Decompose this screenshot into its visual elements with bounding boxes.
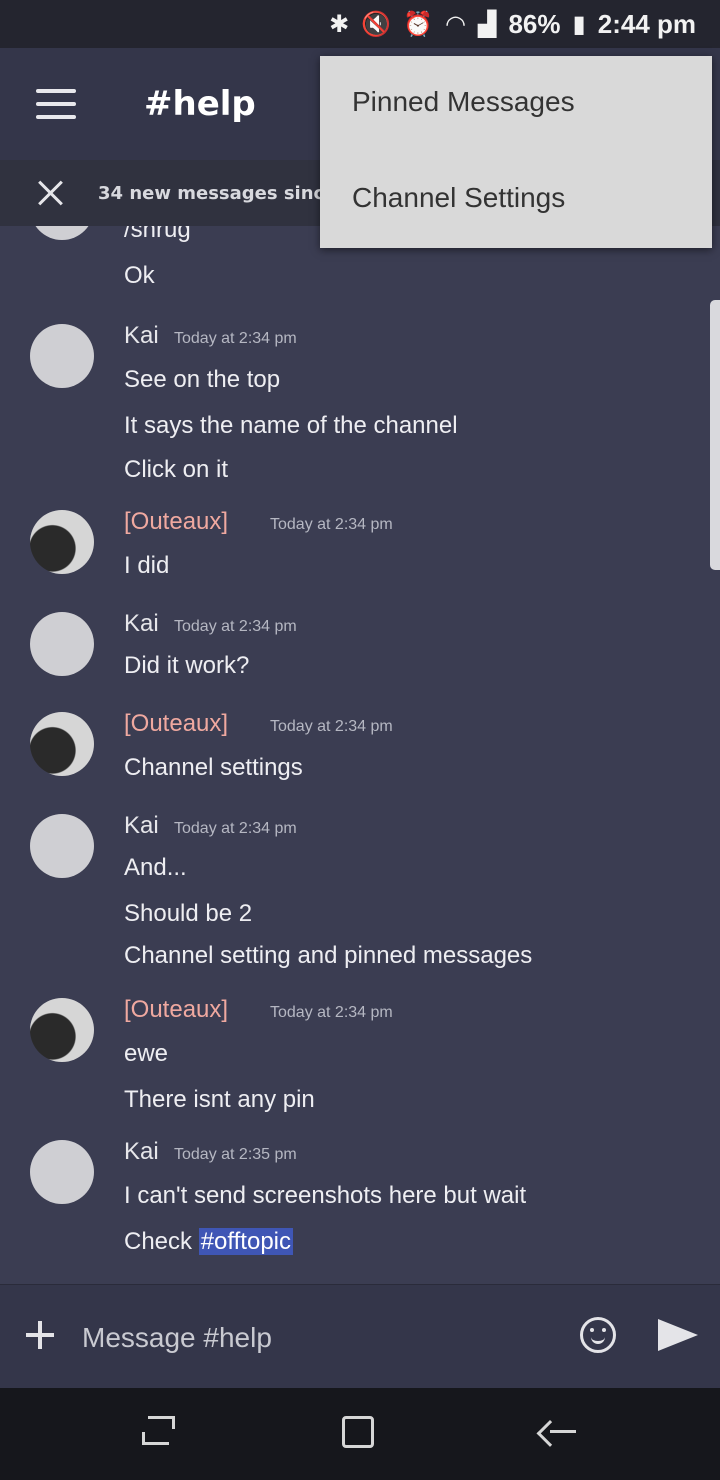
scrollbar[interactable] bbox=[710, 300, 720, 570]
message-composer bbox=[0, 1284, 720, 1389]
timestamp: Today at 2:34 pm bbox=[270, 1004, 393, 1021]
status-bar: ✱ 🔇 ⏰ ◠ ▟ 86% ▮ 2:44 pm bbox=[0, 0, 720, 48]
back-icon[interactable] bbox=[546, 1416, 578, 1448]
username[interactable]: Kai bbox=[124, 812, 159, 840]
username[interactable]: [Outeaux] bbox=[124, 996, 228, 1024]
message-line: Channel settings bbox=[124, 754, 303, 781]
message-line: /shrug bbox=[124, 226, 191, 243]
timestamp: Today at 2:34 pm bbox=[174, 820, 297, 837]
message-line: I did bbox=[124, 552, 170, 579]
message-list[interactable]: /shrug Ok Kai Today at 2:34 pm See on th… bbox=[0, 226, 720, 1284]
system-nav-bar bbox=[0, 1388, 720, 1480]
message-line: See on the top bbox=[124, 366, 281, 393]
avatar[interactable] bbox=[30, 612, 94, 676]
add-attachment-icon[interactable] bbox=[26, 1321, 54, 1349]
avatar[interactable] bbox=[30, 324, 94, 388]
send-icon[interactable] bbox=[658, 1319, 698, 1351]
timestamp: Today at 2:34 pm bbox=[270, 718, 393, 735]
message-line: It says the name of the channel bbox=[124, 412, 458, 439]
message-line: Click on it bbox=[124, 456, 229, 483]
message-input[interactable] bbox=[80, 1315, 554, 1361]
username[interactable]: Kai bbox=[124, 610, 159, 638]
message-line: Check #offtopic bbox=[124, 1228, 293, 1256]
timestamp: Today at 2:34 pm bbox=[174, 618, 297, 635]
channel-mention-link[interactable]: #offtopic bbox=[198, 1228, 293, 1255]
message-line: Channel setting and pinned messages bbox=[124, 942, 533, 969]
timestamp: Today at 2:34 pm bbox=[174, 330, 297, 347]
avatar[interactable] bbox=[30, 814, 94, 878]
message-line: Should be 2 bbox=[124, 900, 253, 927]
username[interactable]: Kai bbox=[124, 1138, 159, 1166]
message-line: There isnt any pin bbox=[124, 1086, 315, 1113]
timestamp: Today at 2:34 pm bbox=[270, 516, 393, 533]
message-line: Did it work? bbox=[124, 652, 250, 679]
home-icon[interactable] bbox=[342, 1416, 374, 1448]
channel-options-menu: Pinned Messages Channel Settings bbox=[320, 56, 712, 248]
menu-item-channel-settings[interactable]: Channel Settings bbox=[352, 182, 565, 214]
message-line: I can't send screenshots here but wait bbox=[124, 1182, 527, 1209]
battery-icon: ▮ bbox=[572, 10, 586, 38]
close-icon[interactable] bbox=[36, 179, 64, 207]
message-line: Ok bbox=[124, 262, 155, 289]
timestamp: Today at 2:35 pm bbox=[174, 1146, 297, 1163]
message-line: And... bbox=[124, 854, 187, 881]
signal-icon: ▟ bbox=[478, 10, 497, 38]
message-text: Check bbox=[124, 1228, 199, 1255]
menu-item-pinned-messages[interactable]: Pinned Messages bbox=[352, 86, 575, 118]
recent-apps-icon[interactable] bbox=[142, 1416, 175, 1448]
username[interactable]: [Outeaux] bbox=[124, 710, 228, 738]
emoji-icon[interactable] bbox=[580, 1317, 616, 1353]
mute-icon: 🔇 bbox=[361, 10, 392, 38]
clock: 2:44 pm bbox=[597, 8, 696, 39]
avatar[interactable] bbox=[30, 226, 94, 240]
username[interactable]: [Outeaux] bbox=[124, 508, 228, 536]
wifi-icon: ◠ bbox=[445, 10, 466, 38]
avatar[interactable] bbox=[30, 510, 94, 574]
avatar[interactable] bbox=[30, 712, 94, 776]
menu-icon[interactable] bbox=[36, 89, 76, 119]
new-messages-text[interactable]: 34 new messages since bbox=[98, 183, 336, 204]
username[interactable]: Kai bbox=[124, 322, 159, 350]
message-line: ewe bbox=[124, 1040, 169, 1067]
battery-percent: 86% bbox=[508, 8, 561, 39]
channel-title[interactable]: #help bbox=[144, 84, 256, 124]
avatar[interactable] bbox=[30, 1140, 94, 1204]
avatar[interactable] bbox=[30, 998, 94, 1062]
bluetooth-icon: ✱ bbox=[329, 10, 350, 38]
alarm-icon: ⏰ bbox=[403, 10, 434, 38]
